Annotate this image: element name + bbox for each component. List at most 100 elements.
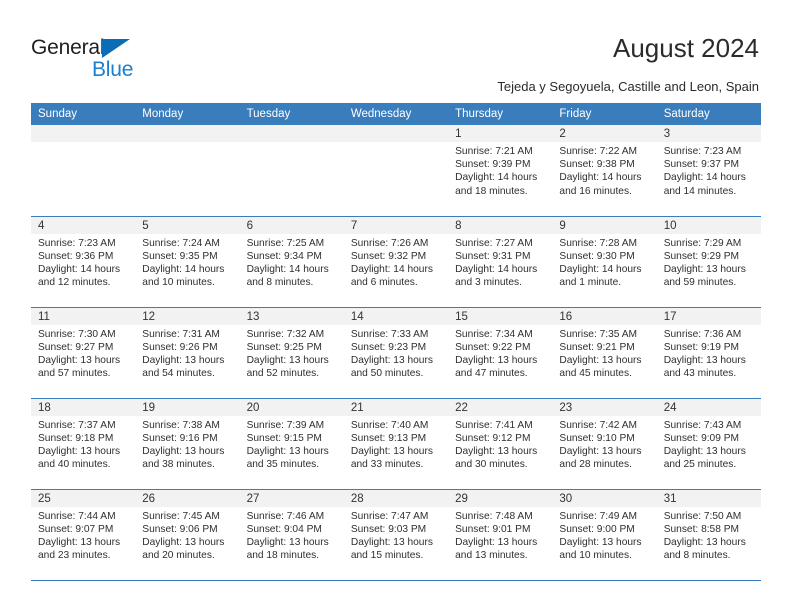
daylight-2-text: and 1 minute. (559, 277, 622, 289)
sunset-text: Sunset: 9:36 PM (38, 250, 114, 262)
daylight-1-text: Daylight: 13 hours (246, 536, 329, 548)
sunrise-text: Sunrise: 7:37 AM (38, 419, 116, 431)
calendar-day-cell[interactable]: 31 Sunrise: 7:50 AM Sunset: 8:58 PM Dayligh… (656, 488, 761, 581)
calendar-day-cell[interactable]: 14 Sunrise: 7:33 AM Sunset: 9:23 PM Dayligh… (343, 306, 449, 398)
day-details: Sunrise: 7:36 AM Sunset: 9:19 PM Daylight:… (657, 325, 761, 381)
daylight-2-text: and 28 minutes. (559, 459, 632, 471)
calendar-day-cell[interactable]: 25 Sunrise: 7:44 AM Sunset: 9:07 PM Dayligh… (31, 488, 136, 581)
calendar-day-cell[interactable]: 18 Sunrise: 7:37 AM Sunset: 9:18 PM Dayligh… (31, 397, 136, 489)
day-number: 3 (656, 125, 761, 142)
daylight-2-text: and 14 minutes. (663, 185, 737, 197)
daylight-1-text: Daylight: 14 hours (350, 263, 433, 275)
calendar-day-cell[interactable]: 1 Sunrise: 7:21 AM Sunset: 9:39 PM Daylight… (448, 125, 553, 216)
calendar-day-cell[interactable]: 26 Sunrise: 7:45 AM Sunset: 9:06 PM Dayligh… (135, 488, 240, 581)
calendar-day-cell[interactable]: 4 Sunrise: 7:23 AM Sunset: 9:36 PM Daylight… (31, 215, 136, 307)
daylight-1-text: Daylight: 13 hours (455, 354, 538, 366)
weekday-header-thursday: Thursday (448, 103, 553, 125)
day-details: Sunrise: 7:41 AM Sunset: 9:12 PM Daylight:… (448, 416, 552, 472)
calendar-day-cell[interactable]: 21 Sunrise: 7:40 AM Sunset: 9:13 PM Dayligh… (343, 397, 449, 489)
daylight-2-text: and 18 minutes. (455, 185, 528, 197)
sunrise-text: Sunrise: 7:43 AM (663, 419, 742, 431)
calendar-day-cell[interactable]: 22 Sunrise: 7:41 AM Sunset: 9:12 PM Dayligh… (448, 397, 553, 489)
calendar-day-cell[interactable]: 16 Sunrise: 7:35 AM Sunset: 9:21 PM Dayligh… (552, 306, 657, 398)
day-details: Sunrise: 7:48 AM Sunset: 9:01 PM Daylight:… (448, 507, 552, 563)
day-details: Sunrise: 7:37 AM Sunset: 9:18 PM Daylight:… (31, 416, 135, 472)
calendar-day-cell[interactable]: 5 Sunrise: 7:24 AM Sunset: 9:35 PM Daylight… (135, 215, 240, 307)
daylight-1-text: Daylight: 14 hours (663, 172, 746, 184)
sunrise-text: Sunrise: 7:33 AM (350, 328, 429, 340)
day-number: 16 (552, 307, 657, 325)
calendar-day-cell[interactable]: 2 Sunrise: 7:22 AM Sunset: 9:38 PM Daylight… (552, 125, 657, 216)
calendar-day-cell[interactable]: 13 Sunrise: 7:32 AM Sunset: 9:25 PM Dayligh… (239, 306, 344, 398)
calendar-day-cell[interactable]: 3 Sunrise: 7:23 AM Sunset: 9:37 PM Daylight… (656, 125, 761, 216)
sunset-text: Sunset: 9:22 PM (455, 341, 531, 353)
daylight-2-text: and 13 minutes. (455, 550, 528, 562)
day-number: 26 (135, 489, 240, 507)
day-details: Sunrise: 7:34 AM Sunset: 9:22 PM Daylight:… (448, 325, 552, 381)
day-number: 6 (239, 216, 344, 234)
sunset-text: Sunset: 9:15 PM (246, 432, 322, 444)
page-header: General Blue August 2024 Tejeda y Segoyu… (0, 0, 792, 103)
daylight-1-text: Daylight: 13 hours (663, 263, 746, 275)
sunset-text: Sunset: 9:26 PM (142, 341, 218, 353)
sunrise-text: Sunrise: 7:45 AM (142, 510, 220, 522)
weekday-header-wednesday: Wednesday (343, 103, 449, 125)
calendar-day-cell[interactable]: 29 Sunrise: 7:48 AM Sunset: 9:01 PM Dayligh… (448, 488, 553, 581)
daylight-1-text: Daylight: 14 hours (455, 172, 538, 184)
sunset-text: Sunset: 9:34 PM (246, 250, 322, 262)
daylight-2-text: and 16 minutes. (559, 185, 632, 197)
calendar-day-cell[interactable]: 27 Sunrise: 7:46 AM Sunset: 9:04 PM Dayligh… (239, 488, 344, 581)
daylight-2-text: and 35 minutes. (246, 459, 320, 471)
daylight-1-text: Daylight: 13 hours (559, 354, 642, 366)
sunrise-text: Sunrise: 7:25 AM (246, 237, 325, 249)
day-number: 13 (239, 307, 344, 325)
calendar-day-cell[interactable]: 11 Sunrise: 7:30 AM Sunset: 9:27 PM Dayligh… (31, 306, 136, 398)
weekday-header-friday: Friday (552, 103, 657, 125)
calendar-day-cell[interactable]: 9 Sunrise: 7:28 AM Sunset: 9:30 PM Daylight… (552, 215, 657, 307)
sunset-text: Sunset: 9:38 PM (559, 159, 635, 171)
daylight-1-text: Daylight: 13 hours (246, 445, 329, 457)
sunset-text: Sunset: 9:29 PM (663, 250, 740, 262)
calendar-day-cell[interactable]: 20 Sunrise: 7:39 AM Sunset: 9:15 PM Dayligh… (239, 397, 344, 489)
sunset-text: Sunset: 9:16 PM (142, 432, 218, 444)
day-number: 14 (343, 307, 449, 325)
sunset-text: Sunset: 9:00 PM (559, 523, 635, 535)
day-number: 5 (135, 216, 240, 234)
daylight-2-text: and 10 minutes. (142, 277, 215, 289)
daylight-1-text: Daylight: 14 hours (559, 172, 642, 184)
brand-name-blue: Blue (92, 58, 134, 81)
sunrise-text: Sunrise: 7:34 AM (455, 328, 533, 340)
calendar-day-cell[interactable]: 30 Sunrise: 7:49 AM Sunset: 9:00 PM Dayligh… (552, 488, 657, 581)
calendar-day-cell[interactable]: 7 Sunrise: 7:26 AM Sunset: 9:32 PM Daylight… (343, 215, 449, 307)
calendar-week-row: 1 Sunrise: 7:21 AM Sunset: 9:39 PM Daylight… (31, 125, 761, 216)
day-details: Sunrise: 7:39 AM Sunset: 9:15 PM Daylight:… (240, 416, 344, 472)
calendar-day-cell[interactable]: 8 Sunrise: 7:27 AM Sunset: 9:31 PM Daylight… (448, 215, 553, 307)
daylight-2-text: and 33 minutes. (350, 459, 424, 471)
sunset-text: Sunset: 9:27 PM (38, 341, 114, 353)
calendar-day-cell[interactable]: 15 Sunrise: 7:34 AM Sunset: 9:22 PM Dayligh… (448, 306, 553, 398)
calendar-day-cell[interactable]: 28 Sunrise: 7:47 AM Sunset: 9:03 PM Dayligh… (343, 488, 449, 581)
day-details: Sunrise: 7:27 AM Sunset: 9:31 PM Daylight:… (448, 234, 552, 290)
calendar-day-cell[interactable]: 6 Sunrise: 7:25 AM Sunset: 9:34 PM Daylight… (239, 215, 344, 307)
day-number: 9 (552, 216, 657, 234)
day-number: 15 (448, 307, 553, 325)
calendar-day-cell[interactable]: 19 Sunrise: 7:38 AM Sunset: 9:16 PM Dayligh… (135, 397, 240, 489)
day-details: Sunrise: 7:45 AM Sunset: 9:06 PM Daylight:… (135, 507, 239, 563)
calendar-week-row: 18 Sunrise: 7:37 AM Sunset: 9:18 PM Dayligh… (31, 397, 761, 489)
daylight-2-text: and 54 minutes. (142, 368, 215, 380)
calendar-day-cell[interactable]: 10 Sunrise: 7:29 AM Sunset: 9:29 PM Dayligh… (656, 215, 761, 307)
day-number (239, 125, 344, 142)
day-details: Sunrise: 7:49 AM Sunset: 9:00 PM Daylight:… (552, 507, 656, 563)
sunrise-text: Sunrise: 7:28 AM (559, 237, 637, 249)
sunset-text: Sunset: 9:37 PM (663, 159, 740, 171)
calendar-page: General Blue August 2024 Tejeda y Segoyu… (0, 0, 792, 612)
calendar-day-cell[interactable]: 24 Sunrise: 7:43 AM Sunset: 9:09 PM Dayligh… (656, 397, 761, 489)
sunset-text: Sunset: 9:04 PM (246, 523, 322, 535)
calendar-week-row: 25 Sunrise: 7:44 AM Sunset: 9:07 PM Dayligh… (31, 488, 761, 581)
calendar-day-cell[interactable]: 23 Sunrise: 7:42 AM Sunset: 9:10 PM Dayligh… (552, 397, 657, 489)
calendar-day-cell[interactable]: 17 Sunrise: 7:36 AM Sunset: 9:19 PM Dayligh… (656, 306, 761, 398)
daylight-1-text: Daylight: 13 hours (246, 354, 329, 366)
day-number: 27 (239, 489, 344, 507)
brand-logo[interactable]: General Blue (31, 36, 171, 84)
calendar-day-cell[interactable]: 12 Sunrise: 7:31 AM Sunset: 9:26 PM Dayligh… (135, 306, 240, 398)
